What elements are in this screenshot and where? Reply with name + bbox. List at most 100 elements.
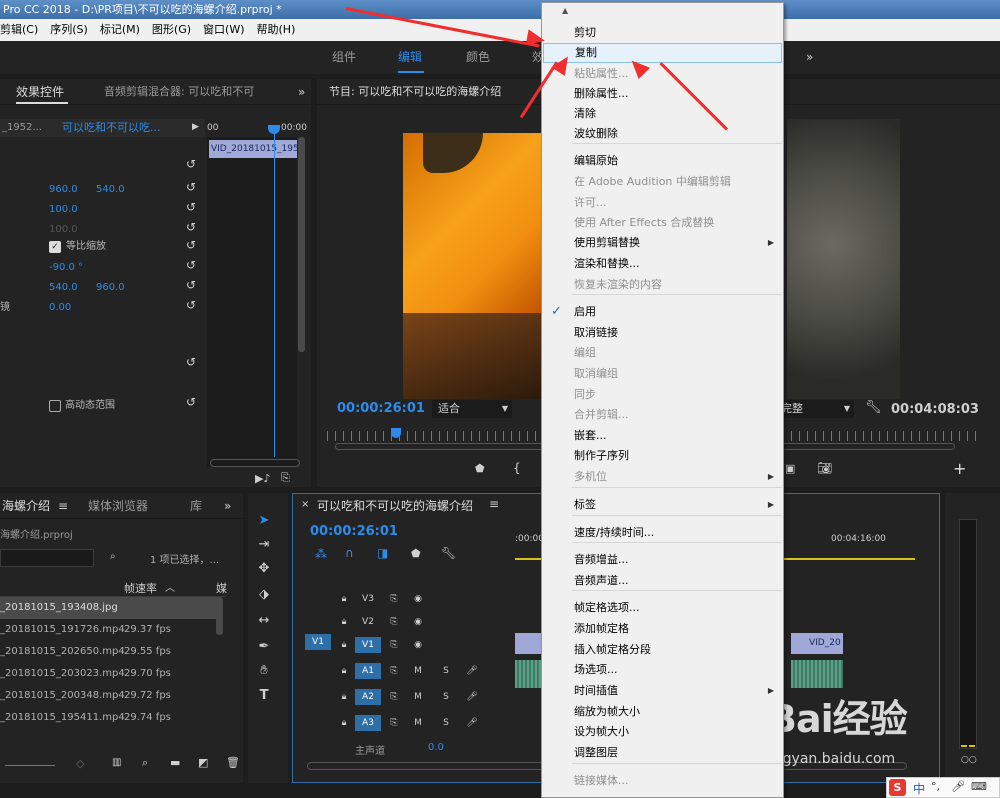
- panel-more-icon[interactable]: »: [298, 79, 305, 105]
- program-playhead[interactable]: [391, 428, 401, 438]
- project-scrollbar[interactable]: [216, 597, 223, 635]
- track-target-a3[interactable]: A3: [355, 715, 381, 731]
- menu-help[interactable]: 帮助(H): [257, 23, 296, 36]
- reset-icon[interactable]: ↺: [186, 395, 196, 409]
- reset-icon[interactable]: ↺: [186, 238, 196, 252]
- column-frame-rate[interactable]: 帧速率: [124, 580, 157, 596]
- sort-icon[interactable]: ︿: [165, 579, 175, 594]
- reset-icon[interactable]: ↺: [186, 200, 196, 214]
- find-icon[interactable]: ⌕: [142, 756, 148, 770]
- ripple-edit-tool-icon[interactable]: ✥: [254, 559, 274, 579]
- workspace-color[interactable]: 颜色: [466, 41, 490, 74]
- lock-icon[interactable]: 🔒︎: [335, 591, 353, 607]
- mute-button[interactable]: M: [409, 715, 427, 731]
- solo-icon[interactable]: ○○: [961, 755, 977, 765]
- reset-icon[interactable]: ↺: [186, 180, 196, 194]
- track-target-v2[interactable]: V2: [355, 614, 381, 630]
- export-frame-icon[interactable]: ⎘: [281, 471, 290, 485]
- microphone-icon[interactable]: 🎤︎: [463, 689, 481, 705]
- add-marker-icon[interactable]: ⬟: [411, 547, 421, 560]
- menu-scroll-up-icon[interactable]: ▲: [562, 6, 568, 15]
- timeline-scroll[interactable]: [915, 564, 921, 759]
- effect-timeline-area[interactable]: [207, 137, 297, 467]
- microphone-icon[interactable]: 🎤︎: [463, 663, 481, 679]
- menu-item[interactable]: 场选项...: [543, 660, 782, 680]
- program-monitor-title[interactable]: 节目: 可以吃和不可以吃的海螺介绍: [329, 79, 501, 105]
- menu-item[interactable]: 编辑原始: [543, 151, 782, 171]
- wrench-icon[interactable]: 🔧︎: [865, 400, 882, 415]
- marker-icon[interactable]: ⬟: [475, 462, 485, 475]
- razor-tool-icon[interactable]: ⬗: [254, 585, 274, 605]
- solo-button[interactable]: S: [437, 663, 455, 679]
- source-patch-v1[interactable]: V1: [305, 634, 331, 650]
- video-clip-left[interactable]: [515, 633, 543, 654]
- lock-icon[interactable]: 🔒︎: [335, 637, 353, 653]
- menu-window[interactable]: 窗口(W): [203, 23, 244, 36]
- search-bin-icon[interactable]: ⌕: [110, 551, 116, 562]
- tab-audio-clip-mixer[interactable]: 音频剪辑混合器: 可以吃和不可: [104, 79, 254, 105]
- lock-icon[interactable]: 🔒︎: [335, 614, 353, 630]
- timeline-timecode[interactable]: 00:00:26:01: [310, 524, 398, 539]
- selection-tool-icon[interactable]: ➤: [254, 511, 274, 531]
- ime-keyboard-icon[interactable]: ⌨: [971, 780, 987, 793]
- menu-item[interactable]: 取消链接: [543, 323, 782, 343]
- position-x[interactable]: 960.0: [49, 180, 78, 200]
- hand-tool-icon[interactable]: ✋︎: [254, 661, 274, 681]
- source-clip-name[interactable]: _1952...: [2, 118, 42, 138]
- new-item-icon[interactable]: ◩: [198, 756, 208, 769]
- project-list-item[interactable]: _20181015_193408.jpg: [0, 597, 220, 619]
- scale-value[interactable]: 100.0: [49, 200, 78, 220]
- menu-item[interactable]: 标签 ▶: [543, 495, 782, 515]
- track-target-a2[interactable]: A2: [355, 689, 381, 705]
- uniform-scale-checkbox[interactable]: ✓: [49, 241, 61, 253]
- track-target-v3[interactable]: V3: [355, 591, 381, 607]
- menu-item[interactable]: 音频声道...: [543, 571, 782, 591]
- rotation-value[interactable]: -90.0 °: [49, 258, 83, 278]
- icon-size-slider[interactable]: [5, 765, 55, 766]
- type-tool-icon[interactable]: T: [254, 686, 274, 706]
- menu-item[interactable]: 剪切: [543, 23, 782, 43]
- menu-item[interactable]: 复制: [543, 43, 782, 63]
- menu-item[interactable]: 缩放为帧大小: [543, 702, 782, 722]
- nest-toggle-icon[interactable]: ⁂: [315, 547, 327, 561]
- new-bin-icon[interactable]: ▬: [170, 756, 180, 769]
- linked-selection-icon[interactable]: ◨: [377, 546, 388, 560]
- menu-item[interactable]: 帧定格选项...: [543, 598, 782, 618]
- audio-clip-left[interactable]: [515, 660, 543, 688]
- play-only-icon[interactable]: ▶: [192, 122, 199, 132]
- mute-button[interactable]: M: [409, 689, 427, 705]
- menu-item[interactable]: 删除属性...: [543, 84, 782, 104]
- position-y[interactable]: 540.0: [96, 180, 125, 200]
- project-list-item[interactable]: _20181015_202650.mp4 29.55 fps: [0, 641, 220, 663]
- panel-more-icon[interactable]: »: [224, 493, 231, 519]
- mute-button[interactable]: M: [409, 663, 427, 679]
- microphone-icon[interactable]: 🎤︎: [463, 715, 481, 731]
- add-button-icon[interactable]: +: [953, 459, 966, 478]
- pen-tool-icon[interactable]: ✒: [254, 637, 274, 657]
- slip-tool-icon[interactable]: ↔: [254, 611, 274, 631]
- anchor-y[interactable]: 960.0: [96, 278, 125, 298]
- menu-item[interactable]: 使用剪辑替换 ▶: [543, 233, 782, 253]
- solo-button[interactable]: S: [437, 715, 455, 731]
- ime-punct-icon[interactable]: °,: [931, 780, 940, 793]
- track-target-a1[interactable]: A1: [355, 663, 381, 679]
- workspace-more-icon[interactable]: »: [806, 41, 813, 74]
- automate-icon[interactable]: ▥: [112, 757, 121, 768]
- flicker-value[interactable]: 0.00: [49, 298, 71, 318]
- project-list-item[interactable]: _20181015_200348.mp4 29.72 fps: [0, 685, 220, 707]
- tab-libraries[interactable]: 库: [190, 493, 202, 519]
- eye-icon[interactable]: ◉: [409, 637, 427, 653]
- compare-view-icon[interactable]: ▣: [785, 462, 795, 475]
- menu-item[interactable]: 制作子序列: [543, 446, 782, 466]
- sync-lock-icon[interactable]: ⎘: [385, 663, 403, 679]
- reset-icon[interactable]: ↺: [186, 220, 196, 234]
- sequence-clip-name[interactable]: 可以吃和不可以吃...: [62, 118, 161, 138]
- project-list-item[interactable]: _20181015_195411.mp4 29.74 fps: [0, 707, 220, 729]
- lock-icon[interactable]: 🔒︎: [335, 715, 353, 731]
- menu-markers[interactable]: 标记(M): [100, 23, 140, 36]
- master-track-value[interactable]: 0.0: [428, 742, 444, 753]
- effect-zoom-scrollbar[interactable]: [210, 459, 300, 467]
- track-target-v1[interactable]: V1: [355, 637, 381, 653]
- sync-lock-icon[interactable]: ⎘: [385, 614, 403, 630]
- menu-item[interactable]: 渲染和替换...: [543, 254, 782, 274]
